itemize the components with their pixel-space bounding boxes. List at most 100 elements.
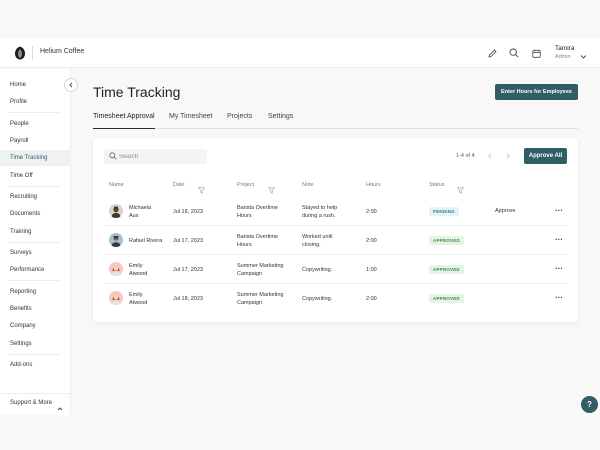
project-name: Summer Marketing	[237, 263, 284, 269]
employee-name-line2: Aux	[129, 213, 139, 219]
approve-button[interactable]: Approve	[495, 207, 516, 215]
sidebar-item-time-tracking[interactable]: Time Tracking	[0, 150, 71, 166]
top-bar: Helium Coffee Tamira Admin	[0, 38, 600, 68]
user-menu[interactable]: Tamira Admin	[555, 45, 575, 60]
employee-name: Rafael Rivera	[129, 238, 163, 244]
avatar	[109, 204, 123, 218]
tab-settings[interactable]: Settings	[268, 113, 293, 129]
status-badge: APPROVED	[429, 265, 464, 274]
sidebar-item-people[interactable]: People	[0, 116, 71, 132]
sidebar-item-surveys[interactable]: Surveys	[0, 245, 71, 261]
table-row[interactable]: Emily Atwood Jul 17, 2023 Summer Marketi…	[104, 255, 567, 284]
search-input[interactable]	[119, 149, 205, 164]
project-name-line2: Hours	[237, 242, 252, 248]
sidebar-divider	[8, 354, 60, 355]
entry-note: Copywriting.	[302, 296, 333, 302]
sidebar-item-company[interactable]: Company	[0, 318, 71, 334]
entry-date: Jul 18, 2023	[173, 209, 203, 215]
employee-name: Emily	[129, 263, 143, 269]
tab-my-timesheet[interactable]: My Timesheet	[169, 113, 213, 129]
employee-name-line2: Atwood	[129, 300, 148, 306]
user-role: Admin	[555, 54, 571, 60]
more-options-icon[interactable]: ···	[555, 294, 563, 302]
table-row[interactable]: Michaela Aux Jul 18, 2023 Barista Overti…	[104, 197, 567, 226]
table-row[interactable]: Rafael Rivera Jul 17, 2023 Barista Overt…	[104, 226, 567, 255]
help-button[interactable]: ?	[581, 396, 598, 413]
project-name-line2: Campaign	[237, 271, 263, 277]
column-header-project[interactable]: Project	[237, 182, 254, 188]
column-header-note[interactable]: Note	[302, 182, 314, 188]
entry-note-line2: during a rush.	[302, 213, 336, 219]
entry-date: Jul 17, 2023	[173, 267, 203, 273]
sidebar-item-training[interactable]: Training	[0, 224, 71, 240]
entry-hours: 2:00	[366, 238, 377, 244]
sidebar-item-documents[interactable]: Documents	[0, 206, 71, 222]
company-logo	[15, 46, 25, 60]
sidebar-divider	[8, 280, 60, 281]
project-name: Barista Overtime	[237, 205, 278, 211]
tab-timesheet-approval[interactable]: Timesheet Approval	[93, 113, 155, 129]
calendar-icon[interactable]	[529, 46, 543, 60]
avatar	[109, 291, 123, 305]
entry-note: Stayed to help	[302, 205, 338, 211]
status-badge: APPROVED	[429, 294, 464, 303]
enter-hours-button[interactable]: Enter Hours for Employees	[495, 84, 578, 100]
employee-name: Emily	[129, 292, 143, 298]
company-name: Helium Coffee	[40, 48, 85, 55]
entry-note: Copywriting.	[302, 267, 333, 273]
column-header-date[interactable]: Date	[173, 182, 185, 188]
project-name-line2: Campaign	[237, 300, 263, 306]
entry-note: Worked until	[302, 234, 333, 240]
column-header-hours[interactable]: Hours	[366, 182, 381, 188]
sidebar-item-add-ons[interactable]: Add-ons	[0, 357, 71, 373]
project-name-line2: Hours	[237, 213, 252, 219]
sidebar-item-time-off[interactable]: Time Off	[0, 168, 71, 184]
search-icon	[109, 152, 117, 160]
employee-name: Michaela	[129, 205, 152, 211]
search-icon[interactable]	[507, 46, 521, 60]
entry-hours: 2:00	[366, 209, 377, 215]
header-divider	[32, 46, 33, 60]
column-header-status[interactable]: Status	[429, 182, 445, 188]
next-page-button[interactable]	[505, 152, 511, 163]
avatar	[109, 233, 123, 247]
entry-hours: 2:00	[366, 296, 377, 302]
more-options-icon[interactable]: ···	[555, 207, 563, 215]
tab-bar: Timesheet Approval My Timesheet Projects…	[93, 113, 578, 129]
sidebar-item-profile[interactable]: Profile	[0, 94, 71, 110]
sidebar-item-home[interactable]: Home	[0, 77, 71, 93]
chevron-left-icon	[488, 153, 492, 159]
chevron-up-icon[interactable]	[57, 399, 63, 417]
sidebar-item-recruiting[interactable]: Recruiting	[0, 189, 71, 205]
more-options-icon[interactable]: ···	[555, 236, 563, 244]
page-title: Time Tracking	[93, 84, 181, 100]
entry-note-line2: closing.	[302, 242, 321, 248]
entry-date: Jul 18, 2023	[173, 296, 203, 302]
prev-page-button[interactable]	[487, 152, 493, 163]
project-name: Barista Overtime	[237, 234, 278, 240]
sidebar-item-performance[interactable]: Performance	[0, 262, 71, 278]
tab-projects[interactable]: Projects	[227, 113, 252, 129]
sidebar-divider	[8, 242, 60, 243]
more-options-icon[interactable]: ···	[555, 265, 563, 273]
status-badge: APPROVED	[429, 236, 464, 245]
sidebar-item-payroll[interactable]: Payroll	[0, 133, 71, 149]
collapse-sidebar-button[interactable]	[64, 78, 78, 92]
table-row[interactable]: Emily Atwood Jul 18, 2023 Summer Marketi…	[104, 284, 567, 313]
approve-all-button[interactable]: Approve All	[524, 148, 567, 164]
sidebar-item-benefits[interactable]: Benefits	[0, 301, 71, 317]
sidebar-item-reporting[interactable]: Reporting	[0, 284, 71, 300]
entry-date: Jul 17, 2023	[173, 238, 203, 244]
pencil-icon[interactable]	[485, 46, 499, 60]
column-header-name[interactable]: Name	[109, 182, 124, 188]
project-name: Summer Marketing	[237, 292, 284, 298]
search-box[interactable]	[104, 149, 207, 164]
sidebar-divider	[8, 112, 60, 113]
chevron-right-icon	[506, 153, 510, 159]
avatar	[109, 262, 123, 276]
sidebar-item-settings[interactable]: Settings	[0, 336, 71, 352]
status-badge: PENDING	[429, 207, 459, 216]
employee-name-line2: Atwood	[129, 271, 148, 277]
sidebar-divider	[8, 186, 60, 187]
chevron-down-icon[interactable]	[580, 47, 587, 65]
